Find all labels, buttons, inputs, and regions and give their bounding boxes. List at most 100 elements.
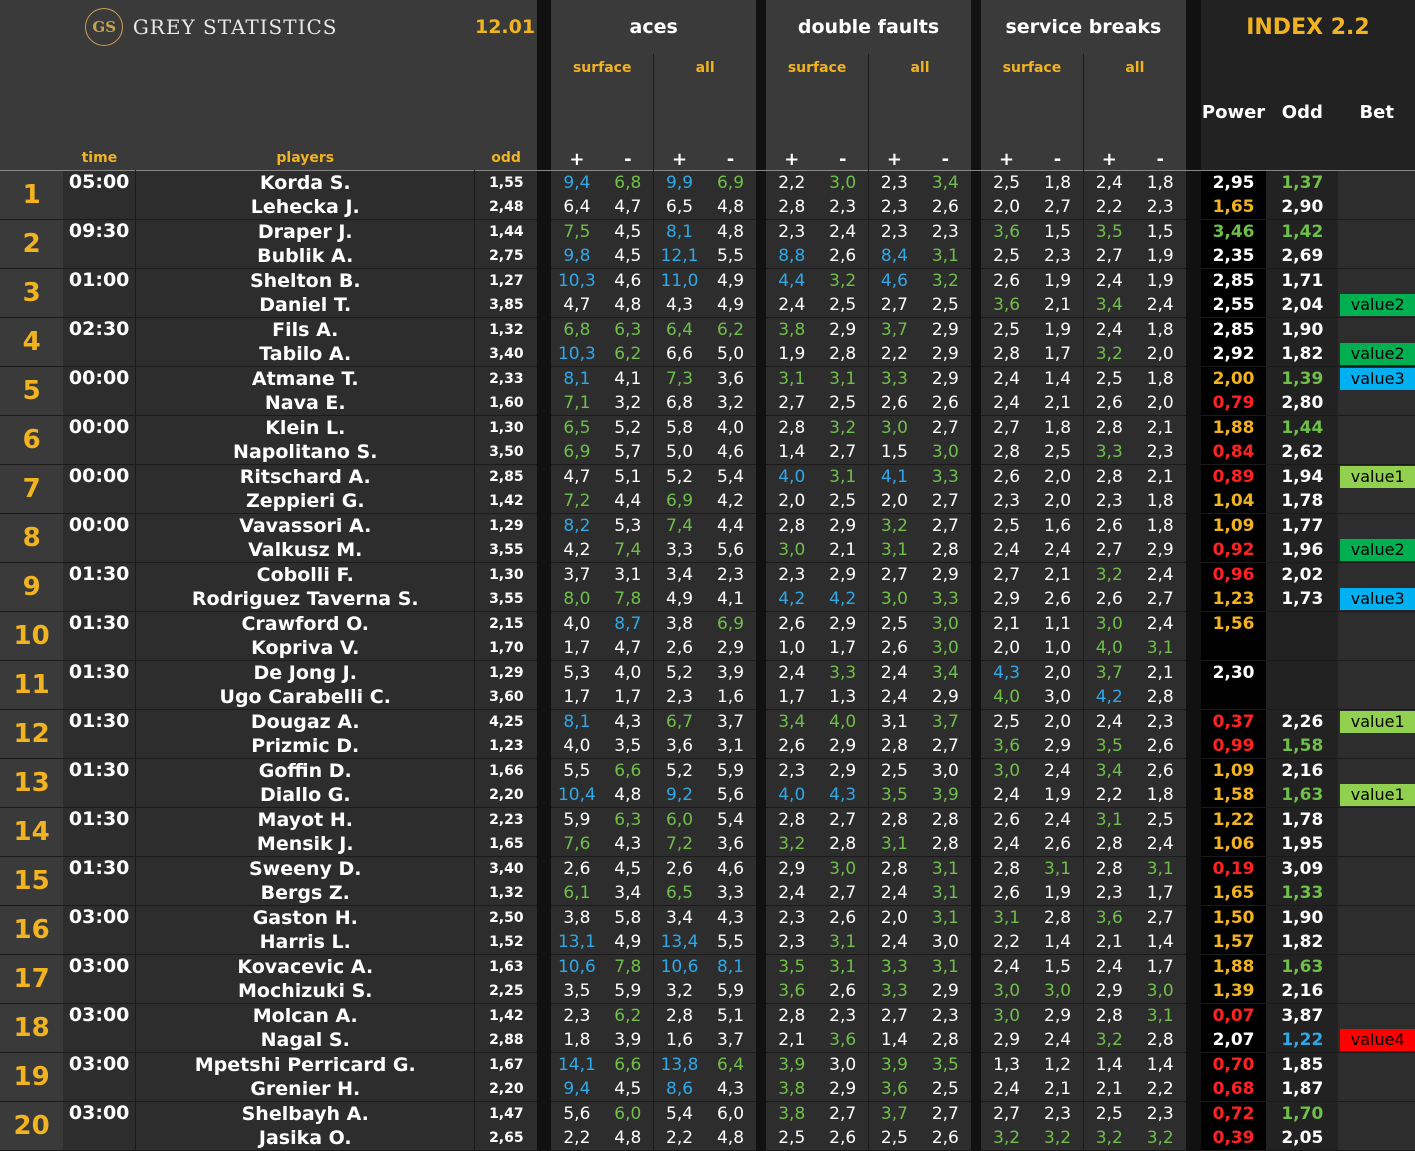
match-number: 20 (0, 1101, 64, 1151)
index-odd-value: 1,85 (1266, 1052, 1339, 1077)
bet-badge[interactable]: value1 (1340, 466, 1415, 488)
plus-label: + (653, 115, 705, 170)
stat-value: 1,8 (1134, 783, 1186, 808)
bet-badge[interactable]: value4 (1340, 1029, 1415, 1051)
player-odd: 1,70 (474, 636, 538, 661)
stat-value: 2,3 (1134, 195, 1186, 220)
stat-value: 7,2 (653, 832, 705, 857)
match-time: 01:30 (63, 709, 137, 759)
stat-value: 3,2 (980, 1126, 1033, 1151)
stat-value: 2,7 (1082, 538, 1135, 563)
stat-value: 2,3 (1134, 440, 1186, 465)
player-name: Molcan A. (135, 1003, 475, 1028)
stat-value: 5,4 (704, 807, 757, 832)
bet-cell: value1 (1338, 464, 1415, 489)
bet-badge[interactable]: value2 (1340, 343, 1415, 365)
index-odd-value: 1,44 (1266, 415, 1339, 440)
power-value: 3,46 (1200, 219, 1267, 244)
player-row: Valkusz M. 3,55 4,2 7,4 3,3 5,6 3,0 2,1 3,1 2,8 2,… (0, 538, 1415, 563)
stat-value: 4,9 (602, 930, 654, 955)
stat-value: 2,7 (919, 1101, 971, 1126)
stat-value: 3,2 (1134, 1126, 1186, 1151)
stat-value: 2,7 (980, 415, 1033, 440)
stat-value: 2,8 (980, 440, 1033, 465)
stat-value: 3,6 (704, 832, 757, 857)
bet-badge[interactable]: value3 (1340, 368, 1415, 390)
stat-value: 2,1 (1032, 293, 1084, 318)
stat-value: 2,3 (1134, 709, 1186, 734)
stat-value: 1,7 (551, 636, 603, 661)
player-name: Gaston H. (135, 905, 475, 930)
power-value: 1,50 (1200, 905, 1267, 930)
bet-badge[interactable]: value1 (1340, 711, 1415, 733)
player-name: Tabilo A. (135, 342, 475, 367)
power-value: 1,22 (1200, 807, 1267, 832)
sub-surface: surface (551, 54, 655, 115)
index-odd-value: 1,63 (1266, 783, 1339, 808)
stat-value: 5,9 (704, 758, 757, 783)
stat-value: 2,4 (766, 660, 818, 685)
stat-value: 2,3 (704, 562, 757, 587)
stats-table: GS GREY STATISTICS 12.01 aces double fau… (0, 0, 1415, 1151)
bet-badge[interactable]: value1 (1340, 784, 1415, 806)
player-name: Fils A. (135, 317, 475, 342)
stat-value: 3,0 (919, 758, 971, 783)
player-name: Ugo Carabelli C. (135, 685, 475, 710)
stat-value: 5,1 (602, 464, 654, 489)
stat-value: 5,5 (551, 758, 603, 783)
power-value: 0,70 (1200, 1052, 1267, 1077)
stat-value: 1,7 (766, 685, 818, 710)
stat-value: 9,4 (551, 170, 603, 195)
player-name: Crawford O. (135, 611, 475, 636)
stat-value: 3,3 (919, 464, 971, 489)
stat-value: 4,4 (704, 513, 757, 538)
index-odd-value: 1,82 (1266, 930, 1339, 955)
power-value: 1,58 (1200, 783, 1267, 808)
index-odd-value: 2,26 (1266, 709, 1339, 734)
match-number: 4 (0, 317, 64, 367)
stat-value: 1,7 (602, 685, 654, 710)
bet-badge[interactable]: value2 (1340, 294, 1415, 316)
bet-cell: value3 (1338, 366, 1415, 391)
stat-value: 4,0 (704, 415, 757, 440)
bet-cell (1338, 930, 1415, 955)
stat-value: 10,3 (551, 268, 603, 293)
stat-value: 6,1 (551, 881, 603, 906)
bet-badge[interactable]: value3 (1340, 588, 1415, 610)
player-name: Nava E. (135, 391, 475, 416)
power-value: 1,57 (1200, 930, 1267, 955)
group-aces: aces (551, 0, 757, 54)
stat-value: 1,9 (1134, 244, 1186, 269)
stat-value: 2,1 (766, 1028, 818, 1053)
stat-value: 4,3 (602, 709, 654, 734)
player-name: Nagal S. (135, 1028, 475, 1053)
group-service-breaks: service breaks (980, 0, 1186, 54)
bet-cell (1338, 170, 1415, 195)
stat-value: 6,5 (653, 195, 705, 220)
stat-value: 5,0 (704, 342, 757, 367)
player-name: Korda S. (135, 170, 475, 195)
match-number: 16 (0, 905, 64, 955)
bet-badge[interactable]: value2 (1340, 539, 1415, 561)
stat-value: 1,8 (1032, 170, 1084, 195)
player-odd: 2,65 (474, 1126, 538, 1151)
index-odd-value (1266, 611, 1339, 636)
stat-value: 2,6 (817, 979, 869, 1004)
index-odd-value: 1,95 (1266, 832, 1339, 857)
player-row: 9 01:30 Cobolli F. 1,30 3,7 3,1 3,4 2,3 2,3 2,9 2,… (0, 562, 1415, 612)
stat-value: 1,6 (653, 1028, 705, 1053)
stat-value: 2,5 (868, 1126, 920, 1151)
index-odd-value: 1,39 (1266, 366, 1339, 391)
stat-value: 2,4 (868, 881, 920, 906)
player-row: 4 02:30 Fils A. 1,32 6,8 6,3 6,4 6,2 3,8 2,9 3,7 2,… (0, 317, 1415, 367)
stat-value: 2,3 (919, 219, 971, 244)
stat-value: 2,3 (817, 1003, 869, 1028)
stat-value: 4,4 (602, 489, 654, 514)
player-odd: 1,44 (474, 219, 538, 244)
player-name: Zeppieri G. (135, 489, 475, 514)
stat-value: 2,4 (1134, 562, 1186, 587)
match-time: 01:30 (63, 758, 137, 808)
stat-value: 2,9 (817, 611, 869, 636)
player-name: Mensik J. (135, 832, 475, 857)
stat-value: 3,2 (602, 391, 654, 416)
